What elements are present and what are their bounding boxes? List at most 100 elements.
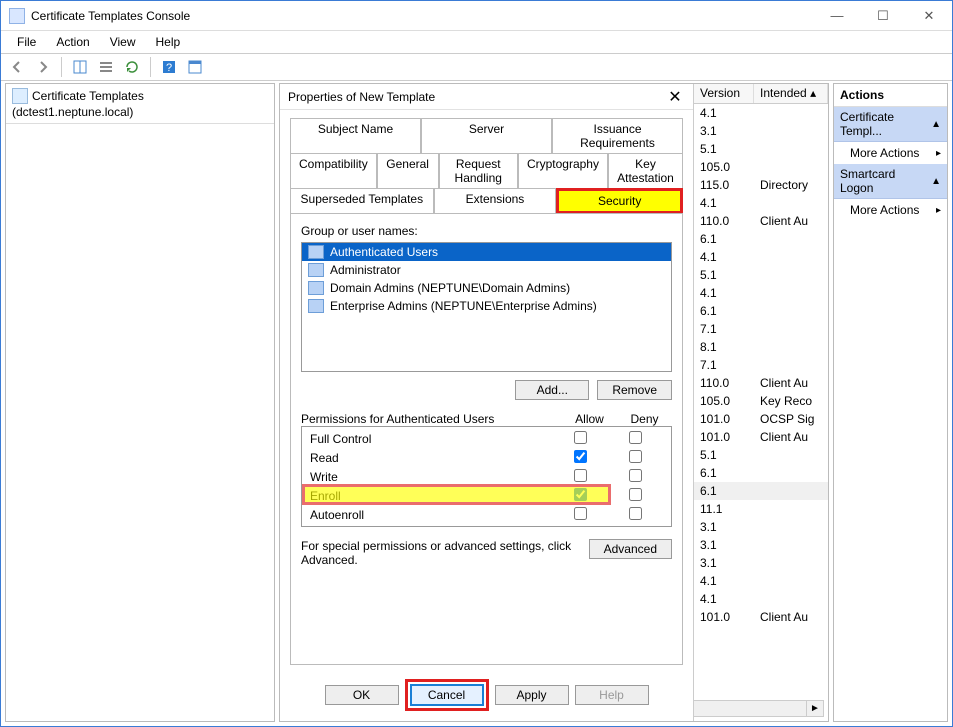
more-actions-1[interactable]: More Actions ▸ xyxy=(834,142,947,164)
list-row[interactable]: 5.1 xyxy=(694,446,828,464)
permissions-header: Permissions for Authenticated Users Allo… xyxy=(301,412,672,426)
list-row[interactable]: 6.1 xyxy=(694,230,828,248)
user-row[interactable]: Authenticated Users xyxy=(302,243,671,261)
user-row[interactable]: Enterprise Admins (NEPTUNE\Enterprise Ad… xyxy=(302,297,671,315)
minimize-button[interactable]: — xyxy=(814,1,860,31)
row-version: 110.0 xyxy=(700,214,760,228)
list-row[interactable]: 7.1 xyxy=(694,356,828,374)
list-row[interactable]: 101.0Client Au xyxy=(694,608,828,626)
ok-button[interactable]: OK xyxy=(325,685,399,705)
menu-action[interactable]: Action xyxy=(46,33,99,51)
tab-superseded[interactable]: Superseded Templates xyxy=(290,188,434,214)
maximize-button[interactable]: ☐ xyxy=(860,1,906,31)
list-row[interactable]: 4.1 xyxy=(694,572,828,590)
properties-icon[interactable] xyxy=(183,56,207,78)
dialog-buttons: OK Cancel Apply Help xyxy=(280,673,693,721)
tab-compatibility[interactable]: Compatibility xyxy=(290,153,377,189)
list-row[interactable]: 6.1 xyxy=(694,302,828,320)
list-icon[interactable] xyxy=(94,56,118,78)
close-button[interactable]: ✕ xyxy=(906,1,952,31)
allow-checkbox[interactable] xyxy=(574,488,587,501)
row-version: 4.1 xyxy=(700,574,760,588)
row-version: 3.1 xyxy=(700,538,760,552)
list-column-headers[interactable]: Version Intended ▴ xyxy=(694,84,828,104)
tab-security[interactable]: Security xyxy=(556,188,683,214)
permission-name: Read xyxy=(310,451,553,465)
row-purpose: Client Au xyxy=(760,430,822,444)
menu-help[interactable]: Help xyxy=(146,33,191,51)
toolbar-separator xyxy=(150,57,151,77)
list-row[interactable]: 5.1 xyxy=(694,140,828,158)
list-row[interactable]: 4.1 xyxy=(694,104,828,122)
user-row[interactable]: Administrator xyxy=(302,261,671,279)
submenu-right-icon: ▸ xyxy=(936,148,941,159)
help-button[interactable]: Help xyxy=(575,685,649,705)
user-row[interactable]: Domain Admins (NEPTUNE\Domain Admins) xyxy=(302,279,671,297)
allow-checkbox[interactable] xyxy=(574,507,587,520)
list-body[interactable]: 4.13.15.1105.0115.0Directory4.1110.0Clie… xyxy=(694,104,828,673)
scroll-right-icon[interactable]: ► xyxy=(806,701,823,716)
actions-section-cert-templates[interactable]: Certificate Templ... ▲ xyxy=(834,107,947,142)
column-intended[interactable]: Intended ▴ xyxy=(754,84,828,103)
allow-checkbox[interactable] xyxy=(574,431,587,444)
user-name: Authenticated Users xyxy=(330,245,438,259)
list-row[interactable]: 101.0OCSP Sig xyxy=(694,410,828,428)
add-button[interactable]: Add... xyxy=(515,380,589,400)
list-row[interactable]: 6.1 xyxy=(694,482,828,500)
list-row[interactable]: 105.0 xyxy=(694,158,828,176)
row-purpose: Client Au xyxy=(760,376,822,390)
row-version: 5.1 xyxy=(700,268,760,282)
list-row[interactable]: 8.1 xyxy=(694,338,828,356)
more-actions-2[interactable]: More Actions ▸ xyxy=(834,199,947,221)
dialog-close-button[interactable]: ✕ xyxy=(665,87,685,107)
menu-file[interactable]: File xyxy=(7,33,46,51)
row-version: 6.1 xyxy=(700,232,760,246)
refresh-icon[interactable] xyxy=(120,56,144,78)
menu-view[interactable]: View xyxy=(100,33,146,51)
list-row[interactable]: 3.1 xyxy=(694,122,828,140)
advanced-button[interactable]: Advanced xyxy=(589,539,672,559)
tab-subject-name[interactable]: Subject Name xyxy=(290,118,421,154)
list-row[interactable]: 115.0Directory xyxy=(694,176,828,194)
deny-checkbox[interactable] xyxy=(629,431,642,444)
apply-button[interactable]: Apply xyxy=(495,685,569,705)
tree-root-item[interactable]: Certificate Templates (dctest1.neptune.l… xyxy=(6,84,274,124)
list-row[interactable]: 7.1 xyxy=(694,320,828,338)
user-list[interactable]: Authenticated Users AdministratorDomain A… xyxy=(301,242,672,372)
list-row[interactable]: 4.1 xyxy=(694,248,828,266)
tab-general[interactable]: General xyxy=(377,153,439,189)
deny-checkbox[interactable] xyxy=(629,469,642,482)
deny-checkbox[interactable] xyxy=(629,507,642,520)
remove-button[interactable]: Remove xyxy=(597,380,672,400)
deny-checkbox[interactable] xyxy=(629,450,642,463)
allow-checkbox[interactable] xyxy=(574,469,587,482)
list-row[interactable]: 3.1 xyxy=(694,554,828,572)
allow-checkbox[interactable] xyxy=(574,450,587,463)
list-row[interactable]: 3.1 xyxy=(694,536,828,554)
list-row[interactable]: 4.1 xyxy=(694,194,828,212)
list-row[interactable]: 5.1 xyxy=(694,266,828,284)
tab-extensions[interactable]: Extensions xyxy=(434,188,557,214)
list-row[interactable]: 4.1 xyxy=(694,590,828,608)
column-version[interactable]: Version xyxy=(694,84,754,103)
list-row[interactable]: 3.1 xyxy=(694,518,828,536)
list-row[interactable]: 105.0Key Reco xyxy=(694,392,828,410)
deny-checkbox[interactable] xyxy=(629,488,642,501)
list-row[interactable]: 101.0Client Au xyxy=(694,428,828,446)
help-icon[interactable]: ? xyxy=(157,56,181,78)
tab-issuance[interactable]: Issuance Requirements xyxy=(552,118,683,154)
list-row[interactable]: 110.0Client Au xyxy=(694,374,828,392)
tab-key-attestation[interactable]: Key Attestation xyxy=(608,153,683,189)
list-row[interactable]: 6.1 xyxy=(694,464,828,482)
back-button[interactable] xyxy=(5,56,29,78)
tab-request-handling[interactable]: Request Handling xyxy=(439,153,518,189)
tab-cryptography[interactable]: Cryptography xyxy=(518,153,608,189)
list-row[interactable]: 4.1 xyxy=(694,284,828,302)
view-icon[interactable] xyxy=(68,56,92,78)
forward-button[interactable] xyxy=(31,56,55,78)
list-row[interactable]: 110.0Client Au xyxy=(694,212,828,230)
actions-section-smartcard-logon[interactable]: Smartcard Logon ▲ xyxy=(834,164,947,199)
list-row[interactable]: 11.1 xyxy=(694,500,828,518)
cancel-button[interactable]: Cancel xyxy=(410,684,484,706)
tab-server[interactable]: Server xyxy=(421,118,552,154)
